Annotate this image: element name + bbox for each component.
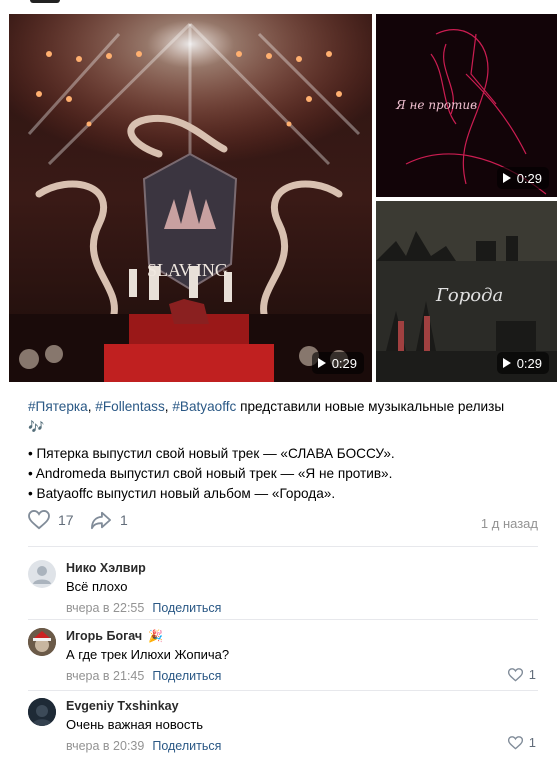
play-icon: [502, 173, 511, 183]
user-photo: [28, 698, 56, 726]
video-thumbnail-concert[interactable]: SLAV ING 0:29: [9, 14, 372, 382]
music-notes-emoji: 🎶: [28, 418, 45, 434]
video-thumbnail-goroda[interactable]: Города 0:29: [376, 201, 557, 382]
duration-text: 0:29: [331, 355, 357, 371]
heart-icon: [28, 510, 50, 530]
post-headline: #Пятерка, #Follentass, #Batyaoffc предст…: [28, 397, 538, 436]
post-time[interactable]: 1 д назад: [481, 516, 538, 531]
comment-time[interactable]: вчера в 21:45: [66, 669, 144, 683]
comment-meta: вчера в 20:39 Поделиться: [66, 738, 536, 754]
hashtag-link[interactable]: #Пятерка: [28, 399, 88, 414]
heart-icon: [507, 667, 523, 682]
comment-like-count: 1: [528, 735, 536, 750]
party-badge-icon: 🎉: [148, 629, 164, 643]
play-icon: [317, 358, 326, 368]
post-actions-bar: 17 1 1 д назад: [28, 510, 540, 536]
comment-text: А где трек Илюхи Жопича?: [66, 647, 230, 662]
comment: Нико Хэлвир Всё плохо вчера в 22:55 Подел…: [28, 560, 540, 616]
play-icon: [502, 358, 511, 368]
heart-icon: [507, 735, 523, 750]
share-arrow-icon: [91, 511, 111, 530]
duration-text: 0:29: [516, 355, 542, 371]
post-text: #Пятерка, #Follentass, #Batyaoffc предст…: [28, 397, 538, 504]
like-count: 17: [58, 512, 74, 528]
comment-time[interactable]: вчера в 20:39: [66, 739, 144, 753]
video-thumbnail-ya-ne-protiv[interactable]: Я не против 0:29: [376, 14, 557, 197]
avatar[interactable]: [28, 698, 56, 726]
comment: Игорь Богач 🎉 А где трек Илюхи Жопича? вч…: [28, 628, 540, 688]
comment-meta: вчера в 21:45 Поделиться: [66, 668, 536, 684]
concert-stage-image: SLAV ING: [9, 14, 372, 382]
comment-like-button[interactable]: 1: [507, 735, 536, 750]
comment-author[interactable]: Игорь Богач 🎉: [66, 628, 536, 644]
cover-text: Я не против: [395, 98, 477, 112]
duration-text: 0:29: [516, 170, 542, 186]
comment-share-link[interactable]: Поделиться: [152, 601, 221, 615]
comment-author[interactable]: Нико Хэлвир: [66, 560, 536, 576]
author-name: Нико Хэлвир: [66, 561, 146, 575]
release-item: • Andromeda выпустил свой новый трек — «…: [28, 466, 393, 481]
comment-share-link[interactable]: Поделиться: [152, 669, 221, 683]
divider: [28, 546, 538, 547]
headline-text: представили новые музыкальные релизы: [236, 399, 505, 414]
video-duration-badge: 0:29: [496, 352, 549, 374]
avatar[interactable]: [28, 560, 56, 588]
stage-logo-text: SLAV ING: [147, 260, 228, 280]
author-name: Игорь Богач: [66, 629, 143, 643]
video-duration-badge: 0:29: [496, 167, 549, 189]
cover-text: Города: [435, 285, 503, 306]
comment-author[interactable]: Evgeniy Txshinkay: [66, 698, 536, 714]
user-photo: [28, 628, 56, 656]
comment-text: Очень важная новость: [66, 717, 204, 732]
previous-post-edge: [30, 0, 60, 3]
comment-like-count: 1: [528, 667, 536, 682]
release-list: • Пятерка выпустил свой новый трек — «СЛ…: [28, 444, 538, 504]
author-name: Evgeniy Txshinkay: [66, 699, 179, 713]
video-duration-badge: 0:29: [311, 352, 364, 374]
comment-like-button[interactable]: 1: [507, 667, 536, 682]
share-count: 1: [120, 512, 128, 528]
comment-text: Всё плохо: [66, 579, 128, 594]
divider: [28, 619, 538, 620]
share-button[interactable]: 1: [90, 510, 128, 530]
hashtag-link[interactable]: #Batyaoffc: [172, 399, 236, 414]
comment-meta: вчера в 22:55 Поделиться: [66, 600, 536, 616]
like-button[interactable]: 17: [28, 510, 74, 530]
hashtag-link[interactable]: #Follentass: [95, 399, 165, 414]
divider: [28, 690, 538, 691]
comment: Evgeniy Txshinkay Очень важная новость в…: [28, 698, 540, 758]
default-user-icon: [33, 566, 51, 584]
release-item: • Batyaoffc выпустил новый альбом — «Гор…: [28, 486, 336, 501]
comment-share-link[interactable]: Поделиться: [152, 739, 221, 753]
release-item: • Пятерка выпустил свой новый трек — «СЛ…: [28, 446, 395, 461]
avatar[interactable]: [28, 628, 56, 656]
comment-time[interactable]: вчера в 22:55: [66, 601, 144, 615]
